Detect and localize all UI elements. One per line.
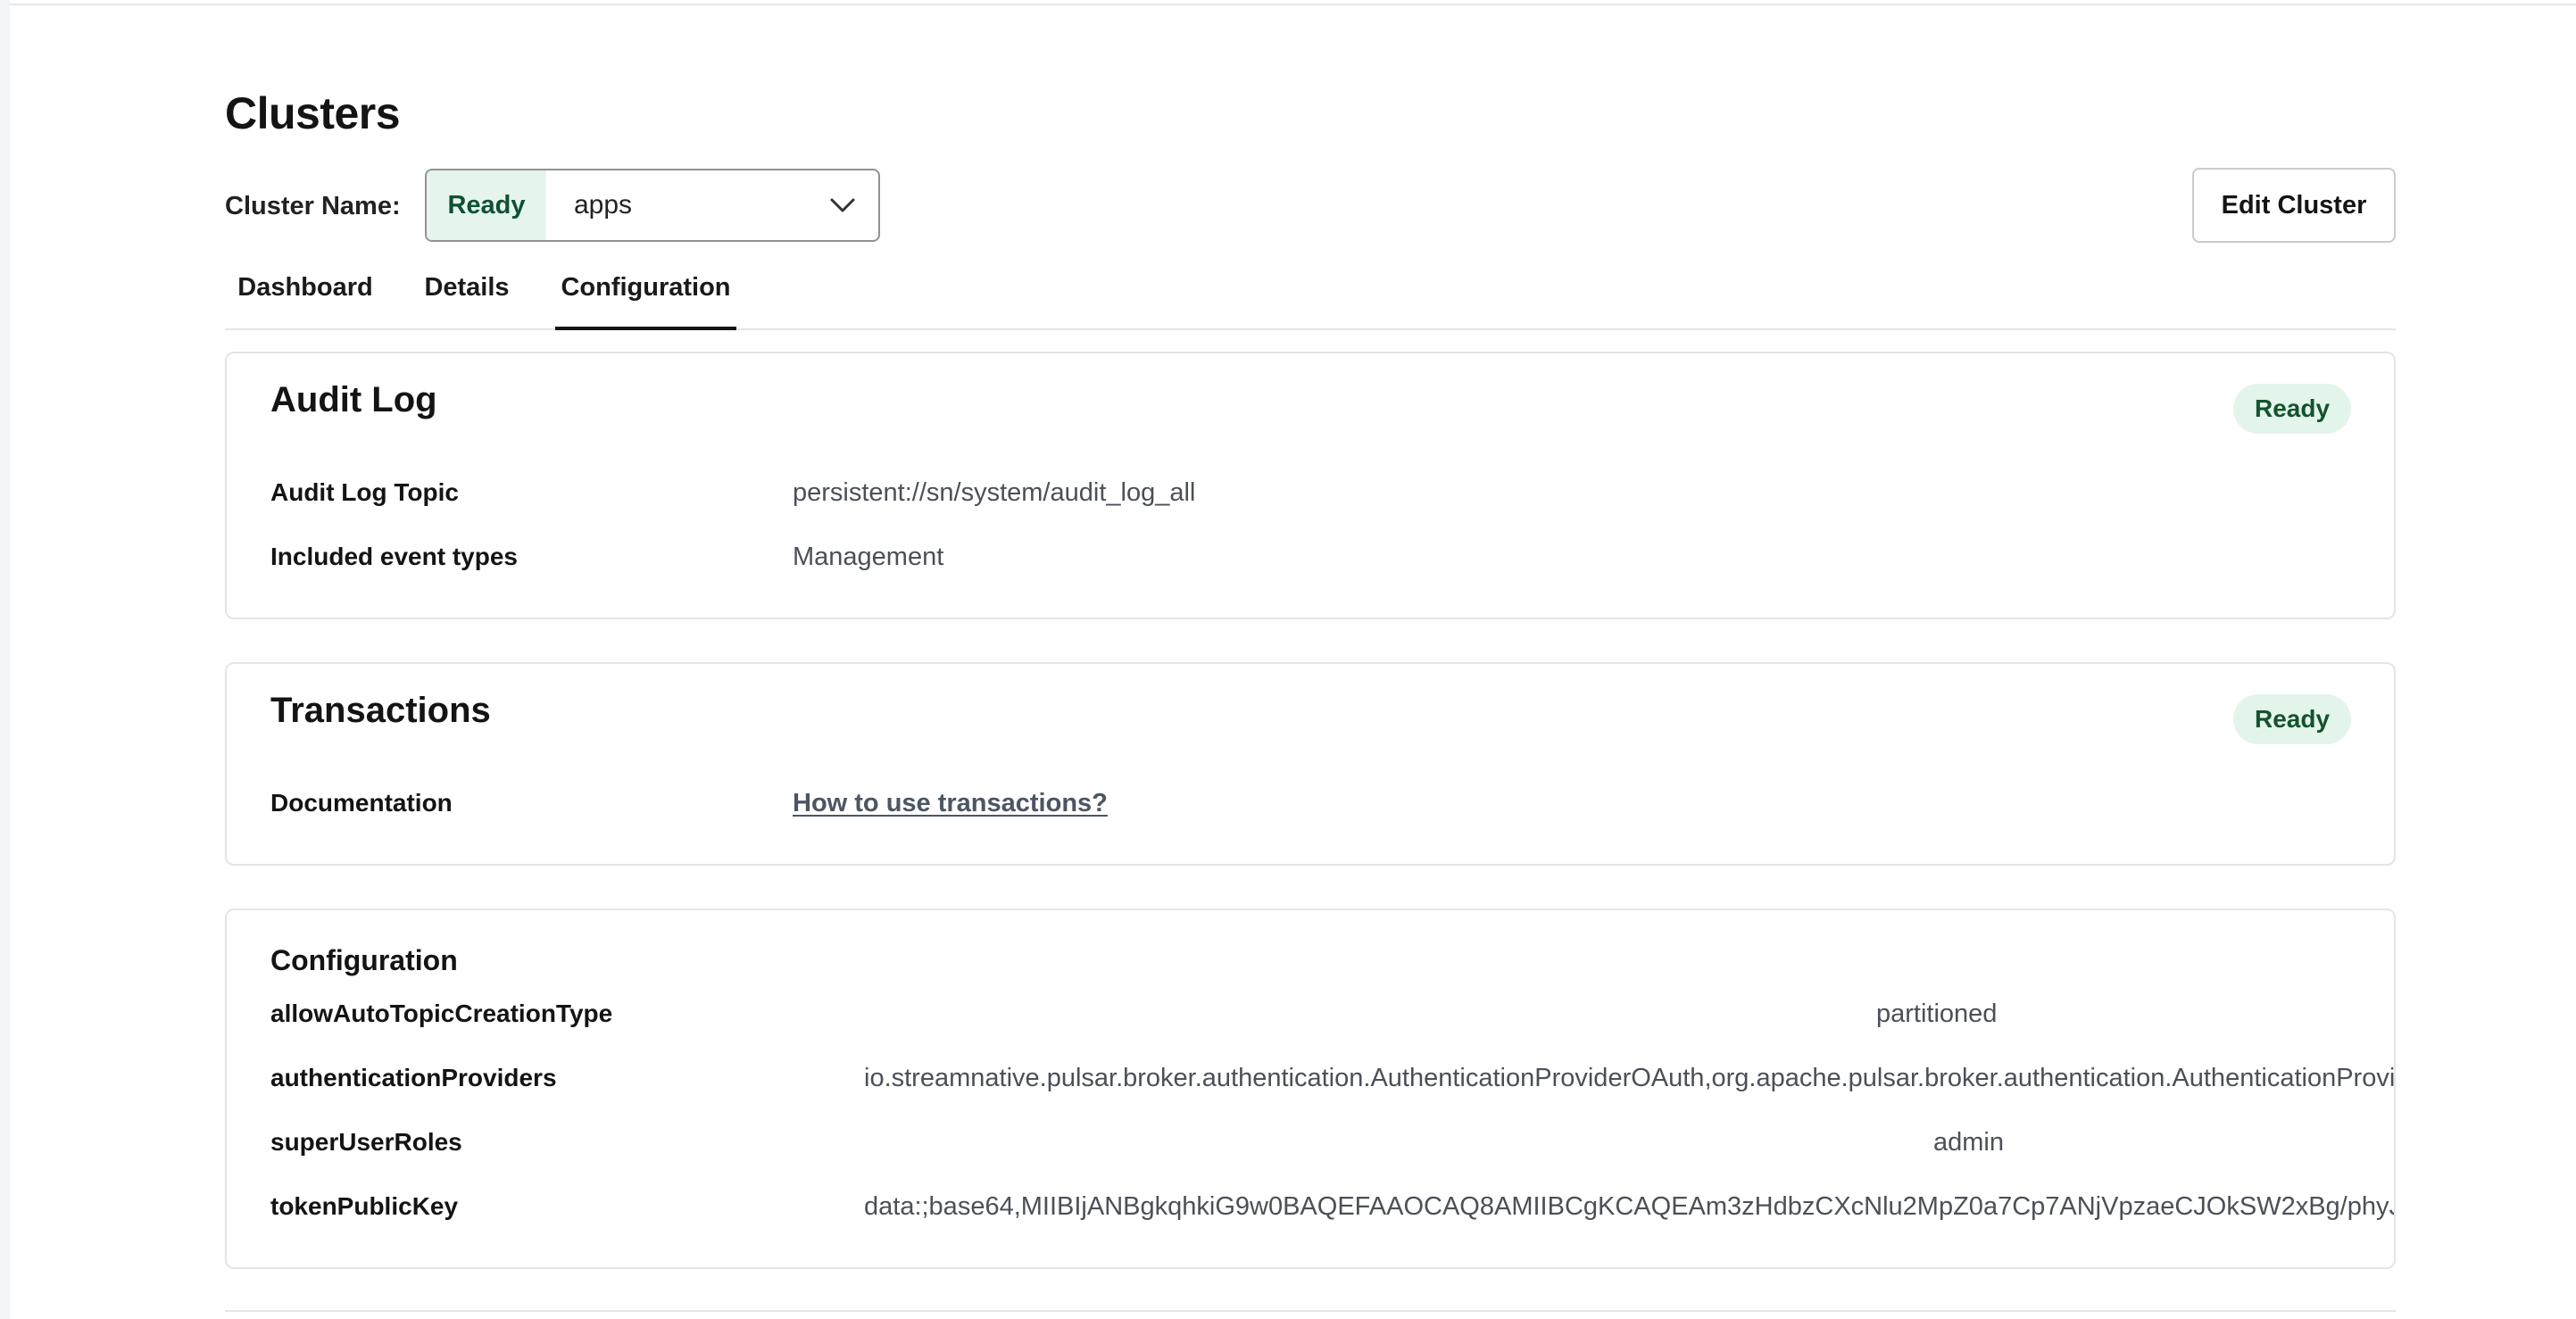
page-title: Clusters xyxy=(225,88,401,138)
config-value: data:;base64,MIIBIjANBgkqhkiG9w0BAQEFAAO… xyxy=(864,1192,2394,1221)
bottom-divider xyxy=(225,1310,2396,1312)
audit-log-topic-value: persistent://sn/system/audit_log_all xyxy=(793,478,1196,507)
cluster-tabs: Dashboard Details Configuration xyxy=(225,261,2396,330)
top-divider xyxy=(10,4,2576,5)
audit-log-topic-label: Audit Log Topic xyxy=(270,478,459,506)
cluster-status-badge: Ready xyxy=(427,170,546,240)
config-value: admin xyxy=(1933,1128,2004,1157)
cluster-name-label: Cluster Name: xyxy=(225,192,401,220)
included-event-types-label: Included event types xyxy=(270,543,518,570)
config-value: partitioned xyxy=(1876,1000,1998,1028)
config-value: io.streamnative.pulsar.broker.authentica… xyxy=(864,1064,2394,1092)
config-value-clip: io.streamnative.pulsar.broker.authentica… xyxy=(864,1064,2394,1099)
documentation-label: Documentation xyxy=(270,789,453,817)
audit-log-card: Audit Log Ready Audit Log Topic persiste… xyxy=(225,352,2396,619)
chevron-down-icon xyxy=(807,170,878,240)
audit-log-title: Audit Log xyxy=(270,380,437,419)
config-key: tokenPublicKey xyxy=(270,1192,459,1220)
config-key: allowAutoTopicCreationType xyxy=(270,1000,613,1027)
status-badge: Ready xyxy=(2233,384,2351,434)
included-event-types-value: Management xyxy=(793,543,944,571)
configuration-title: Configuration xyxy=(270,944,458,976)
transactions-card: Transactions Ready Documentation How to … xyxy=(225,662,2396,866)
edit-cluster-button[interactable]: Edit Cluster xyxy=(2192,168,2396,243)
status-badge: Ready xyxy=(2233,694,2351,744)
config-key: superUserRoles xyxy=(270,1128,462,1156)
transactions-docs-link[interactable]: How to use transactions? xyxy=(793,789,1108,818)
page-left-edge xyxy=(0,0,10,1319)
config-key: authenticationProviders xyxy=(270,1064,557,1091)
config-value-clip: data:;base64,MIIBIjANBgkqhkiG9w0BAQEFAAO… xyxy=(864,1192,2394,1228)
transactions-title: Transactions xyxy=(270,691,491,730)
configuration-card: Configuration allowAutoTopicCreationType… xyxy=(225,908,2396,1269)
cluster-select-value: apps xyxy=(574,190,633,220)
tab-details[interactable]: Details xyxy=(410,261,524,330)
tab-dashboard[interactable]: Dashboard xyxy=(225,261,386,330)
tab-configuration[interactable]: Configuration xyxy=(555,261,736,330)
cluster-select[interactable]: Ready apps xyxy=(425,169,880,242)
